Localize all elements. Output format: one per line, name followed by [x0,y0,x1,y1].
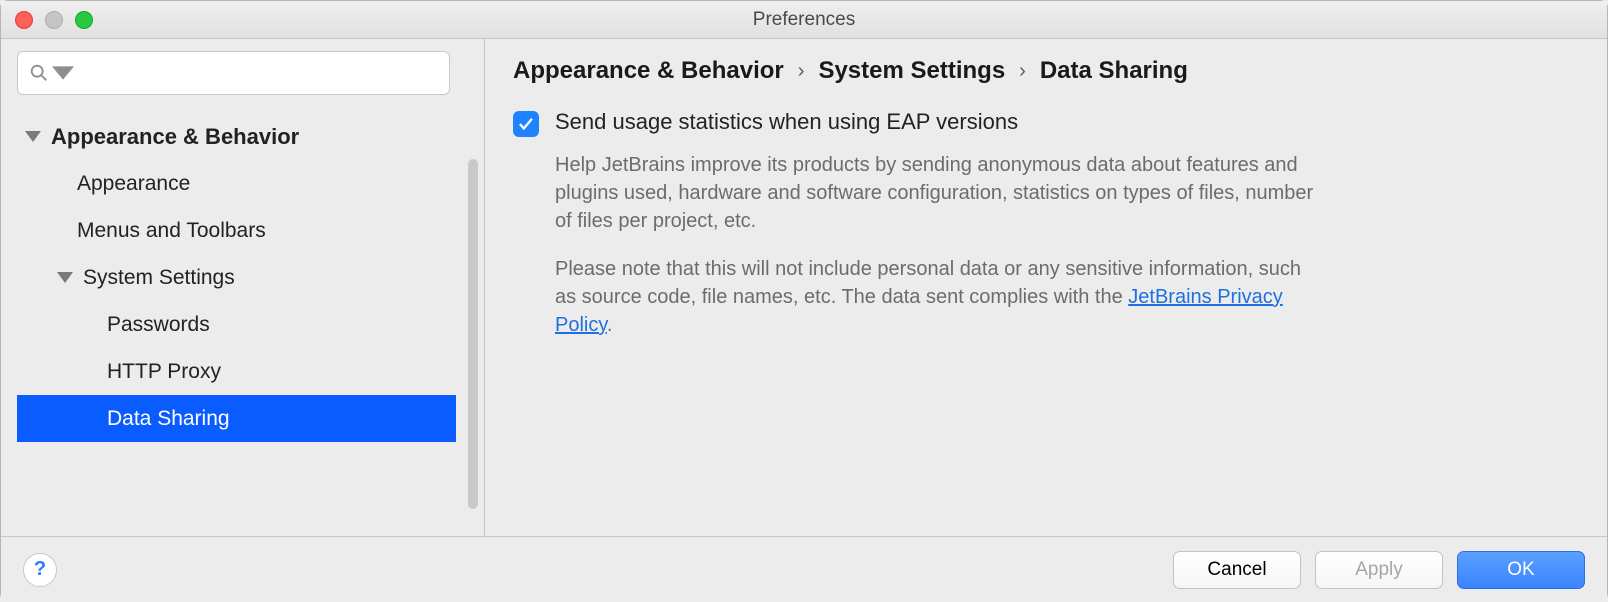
sidebar-item-data-sharing[interactable]: Data Sharing [17,395,456,442]
titlebar: Preferences [1,1,1607,39]
search-input[interactable] [80,63,439,84]
help-button[interactable]: ? [23,553,57,587]
breadcrumb-part: Data Sharing [1040,57,1188,85]
help-paragraph: Help JetBrains improve its products by s… [555,151,1315,235]
sidebar-scrollbar[interactable] [468,159,478,509]
sidebar-item-appearance-behavior[interactable]: Appearance & Behavior [17,113,456,160]
option-label: Send usage statistics when using EAP ver… [555,109,1018,135]
chevron-right-icon: › [1019,60,1026,83]
breadcrumb-part: System Settings [818,57,1005,85]
search-box[interactable] [17,51,450,95]
sidebar-item-label: Menus and Toolbars [77,219,266,243]
sidebar: Appearance & Behavior Appearance Menus a… [1,39,485,536]
checkbox-checked-icon[interactable] [513,111,539,137]
dialog-footer: ? Cancel Apply OK [1,536,1607,602]
send-usage-stats-option[interactable]: Send usage statistics when using EAP ver… [513,109,1579,137]
disclosure-icon [25,131,41,142]
ok-button[interactable]: OK [1457,551,1585,589]
help-text-span: . [607,314,613,336]
sidebar-item-appearance[interactable]: Appearance [17,160,456,207]
breadcrumb: Appearance & Behavior › System Settings … [513,57,1579,85]
search-icon [28,62,50,84]
settings-tree: Appearance & Behavior Appearance Menus a… [17,113,456,442]
sidebar-item-passwords[interactable]: Passwords [17,301,456,348]
sidebar-item-system-settings[interactable]: System Settings [17,254,456,301]
chevron-right-icon: › [798,60,805,83]
chevron-down-icon [52,62,74,84]
sidebar-item-label: HTTP Proxy [107,360,221,384]
sidebar-item-label: System Settings [83,266,235,290]
help-paragraph: Please note that this will not include p… [555,255,1315,339]
sidebar-item-label: Appearance [77,172,190,196]
sidebar-item-label: Appearance & Behavior [51,124,299,150]
breadcrumb-part: Appearance & Behavior [513,57,784,85]
sidebar-item-label: Data Sharing [107,407,230,431]
sidebar-item-http-proxy[interactable]: HTTP Proxy [17,348,456,395]
content-pane: Appearance & Behavior › System Settings … [485,39,1607,536]
sidebar-item-menus-toolbars[interactable]: Menus and Toolbars [17,207,456,254]
disclosure-icon [57,272,73,283]
cancel-button[interactable]: Cancel [1173,551,1301,589]
window-title: Preferences [1,9,1607,31]
option-description: Help JetBrains improve its products by s… [555,151,1315,339]
sidebar-item-label: Passwords [107,313,210,337]
apply-button[interactable]: Apply [1315,551,1443,589]
